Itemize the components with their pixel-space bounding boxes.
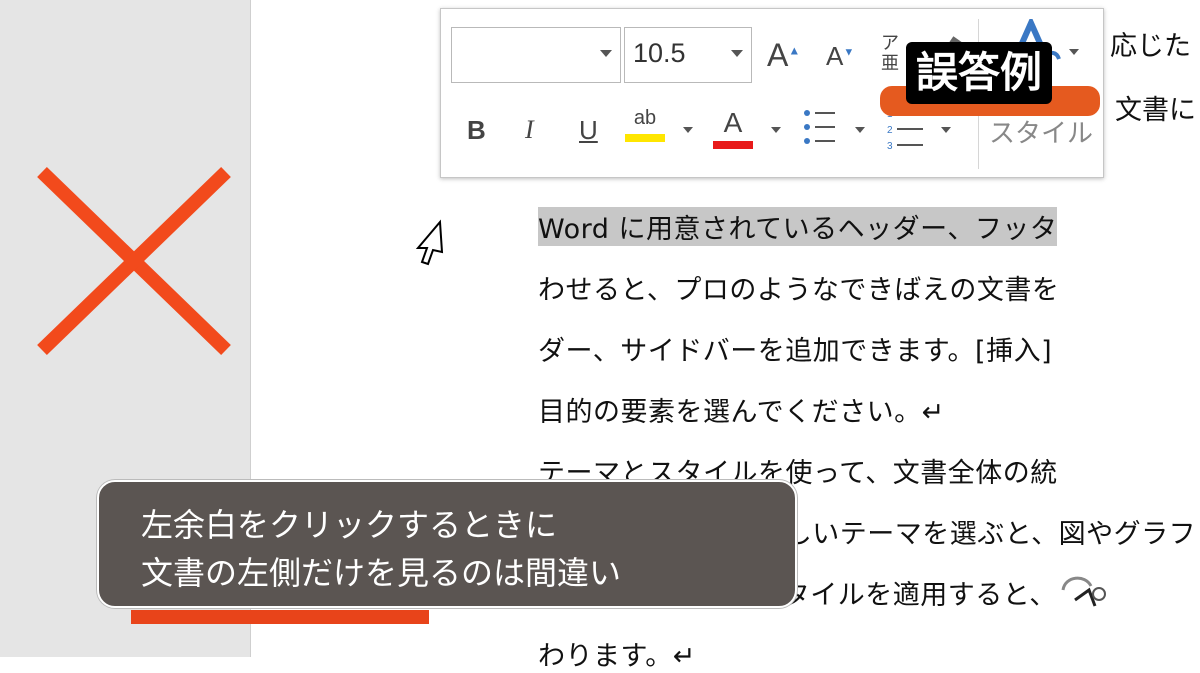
busy-cursor-icon: [1061, 576, 1106, 607]
caption-line-1: 左余白をクリックするときに: [141, 506, 558, 544]
shrink-font-button[interactable]: A▼: [826, 41, 854, 72]
mouse-cursor-icon: [415, 219, 444, 266]
svg-text:3: 3: [887, 141, 893, 152]
caption-line-2: 文書の左側だけを見るのは間違い: [141, 554, 622, 592]
document-line-selected[interactable]: Word に用意されているヘッダー、フッタ: [538, 207, 1058, 246]
svg-text:2: 2: [887, 125, 893, 136]
phonetic-top: ア: [881, 33, 899, 53]
font-color-label: A: [723, 107, 743, 138]
underline-button[interactable]: U: [579, 115, 598, 146]
highlight-button[interactable]: ab: [625, 107, 665, 142]
font-size-dropdown[interactable]: 10.5: [624, 27, 752, 83]
chevron-down-icon: [941, 127, 951, 133]
phonetic-bottom: 亜: [881, 53, 899, 73]
chevron-down-icon: [731, 50, 743, 57]
chevron-down-icon: [771, 127, 781, 133]
shrink-font-label: A: [826, 41, 844, 71]
chevron-down-icon: [1069, 49, 1079, 55]
document-line[interactable]: わせると、プロのようなできばえの文書を: [538, 268, 1059, 307]
chevron-down-icon: [855, 127, 865, 133]
grow-font-button[interactable]: A▲: [767, 37, 800, 74]
font-color-bar: [713, 141, 753, 149]
caption-underline: [131, 610, 429, 624]
document-line[interactable]: 目的の要素を選んでください。↵: [538, 390, 945, 429]
document-line[interactable]: ダー、サイドバーを追加できます。[挿入]: [538, 329, 1052, 368]
chevron-down-icon: [683, 127, 693, 133]
font-name-dropdown[interactable]: [451, 27, 621, 83]
bold-button[interactable]: B: [467, 115, 486, 146]
font-color-button[interactable]: A: [713, 107, 753, 149]
highlight-color-bar: [625, 134, 665, 142]
document-text-fragment: 応じた: [1110, 31, 1191, 62]
wrong-example-badge: 誤答例: [906, 42, 1053, 104]
italic-button[interactable]: I: [525, 115, 534, 145]
document-text-fragment: 文書に: [1115, 95, 1196, 126]
highlight-label: ab: [633, 107, 657, 129]
document-line[interactable]: わります。↵: [538, 634, 696, 673]
explanation-caption: 左余白をクリックするときに 文書の左側だけを見るのは間違い: [97, 480, 797, 608]
chevron-down-icon: [600, 50, 612, 57]
bullet-list-icon[interactable]: [801, 107, 837, 149]
styles-button[interactable]: スタイル: [989, 113, 1093, 150]
phonetic-guide-button[interactable]: ア 亜: [881, 33, 899, 73]
font-size-value: 10.5: [633, 38, 686, 68]
grow-font-label: A: [767, 37, 789, 73]
wrong-x-icon: [37, 166, 231, 356]
